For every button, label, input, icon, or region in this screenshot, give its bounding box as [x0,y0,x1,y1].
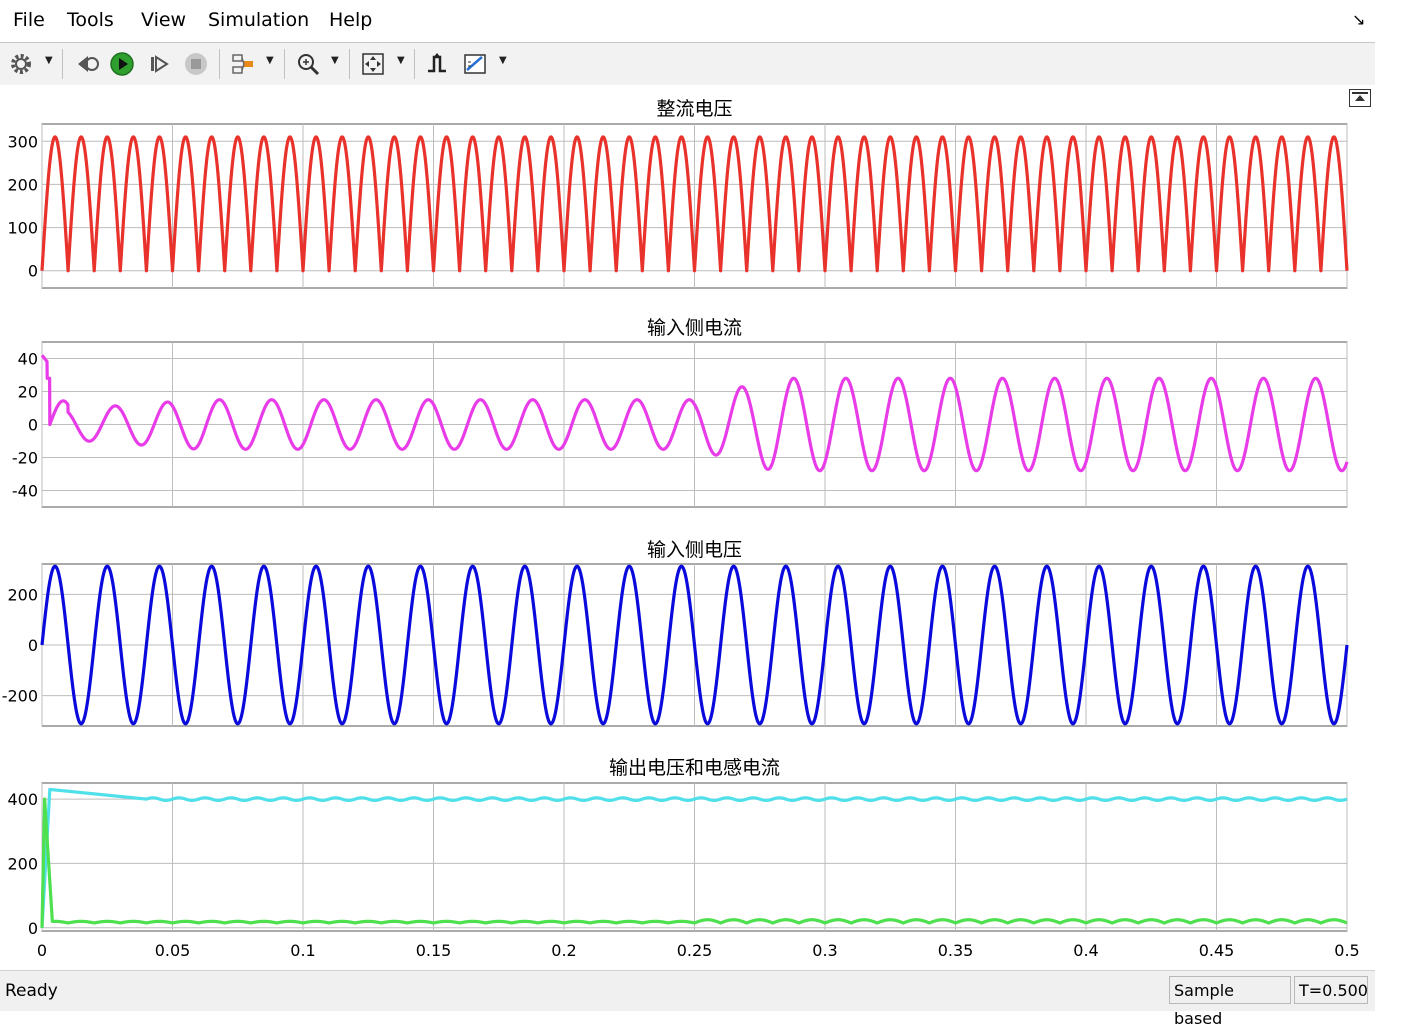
toolbar-separator [414,49,415,79]
x-tick-label: 0.4 [1073,941,1098,960]
stop-icon[interactable] [181,50,211,78]
signal-select-icon[interactable] [228,50,258,78]
x-tick-label: 0 [37,941,47,960]
scope-display: 整流电压0100200300输入侧电流-40-2002040输入侧电压-2000… [2,98,1360,960]
y-tick-label: 100 [7,219,38,238]
run-icon[interactable] [107,50,137,78]
plot-title: 输入侧电压 [647,539,742,561]
y-tick-label: 0 [28,919,38,938]
menu-simulation[interactable]: Simulation [208,9,309,31]
step-forward-icon[interactable] [144,50,174,78]
step-back-icon[interactable] [72,50,102,78]
toolbar-separator [284,49,285,79]
x-tick-label: 0.5 [1334,941,1359,960]
plot-title: 输出电压和电感电流 [609,757,780,779]
y-tick-label: -200 [2,687,38,706]
x-tick-label: 0.25 [677,941,713,960]
toolbar-separator [62,49,63,79]
y-tick-label: 200 [7,854,38,873]
plot-title: 整流电压 [656,98,732,120]
y-tick-label: 0 [28,636,38,655]
zoom-icon[interactable] [293,50,323,78]
triggers-icon[interactable] [422,50,452,78]
menu-view[interactable]: View [141,9,186,31]
y-tick-label: 300 [7,132,38,151]
y-tick-label: 20 [18,383,38,402]
x-tick-label: 0.15 [416,941,452,960]
status-bar: Ready Sample based T=0.500 [0,970,1375,1028]
undock-icon[interactable]: ↘ [1352,10,1365,29]
menu-help[interactable]: Help [329,9,372,31]
plot-title: 输入侧电流 [647,317,742,339]
toolbar-separator [349,49,350,79]
y-tick-label: 400 [7,790,38,809]
chevron-down-icon[interactable]: ▼ [45,55,55,71]
x-tick-label: 0.3 [812,941,837,960]
toolbar-separator [219,49,220,79]
status-text: Ready [5,981,58,1001]
status-mode: Sample based [1169,976,1291,1028]
y-tick-label: -20 [12,449,38,468]
y-tick-label: 200 [7,585,38,604]
y-tick-label: 200 [7,175,38,194]
y-tick-label: 0 [28,262,38,281]
chevron-down-icon[interactable]: ▼ [499,55,509,71]
menu-bar: File Tools View Simulation Help ↘ [0,0,1375,42]
dock-icon[interactable] [1349,89,1371,107]
gear-icon[interactable] [6,50,36,78]
x-tick-label: 0.45 [1199,941,1235,960]
fit-to-view-icon[interactable] [358,50,388,78]
y-tick-label: -40 [12,482,38,501]
x-tick-label: 0.1 [290,941,315,960]
menu-file[interactable]: File [13,9,45,31]
measurements-icon[interactable] [460,50,490,78]
x-tick-label: 0.2 [551,941,576,960]
menu-tools[interactable]: Tools [67,9,114,31]
chevron-down-icon[interactable]: ▼ [397,55,407,71]
y-tick-label: 0 [28,416,38,435]
chevron-down-icon[interactable]: ▼ [266,55,276,71]
x-tick-label: 0.35 [938,941,974,960]
y-tick-label: 40 [18,350,38,369]
x-tick-label: 0.05 [155,941,191,960]
status-time: T=0.500 [1294,976,1368,1004]
chevron-down-icon[interactable]: ▼ [331,55,341,71]
toolbar: ▼ ▼ ▼ ▼ ▼ [0,42,1375,86]
